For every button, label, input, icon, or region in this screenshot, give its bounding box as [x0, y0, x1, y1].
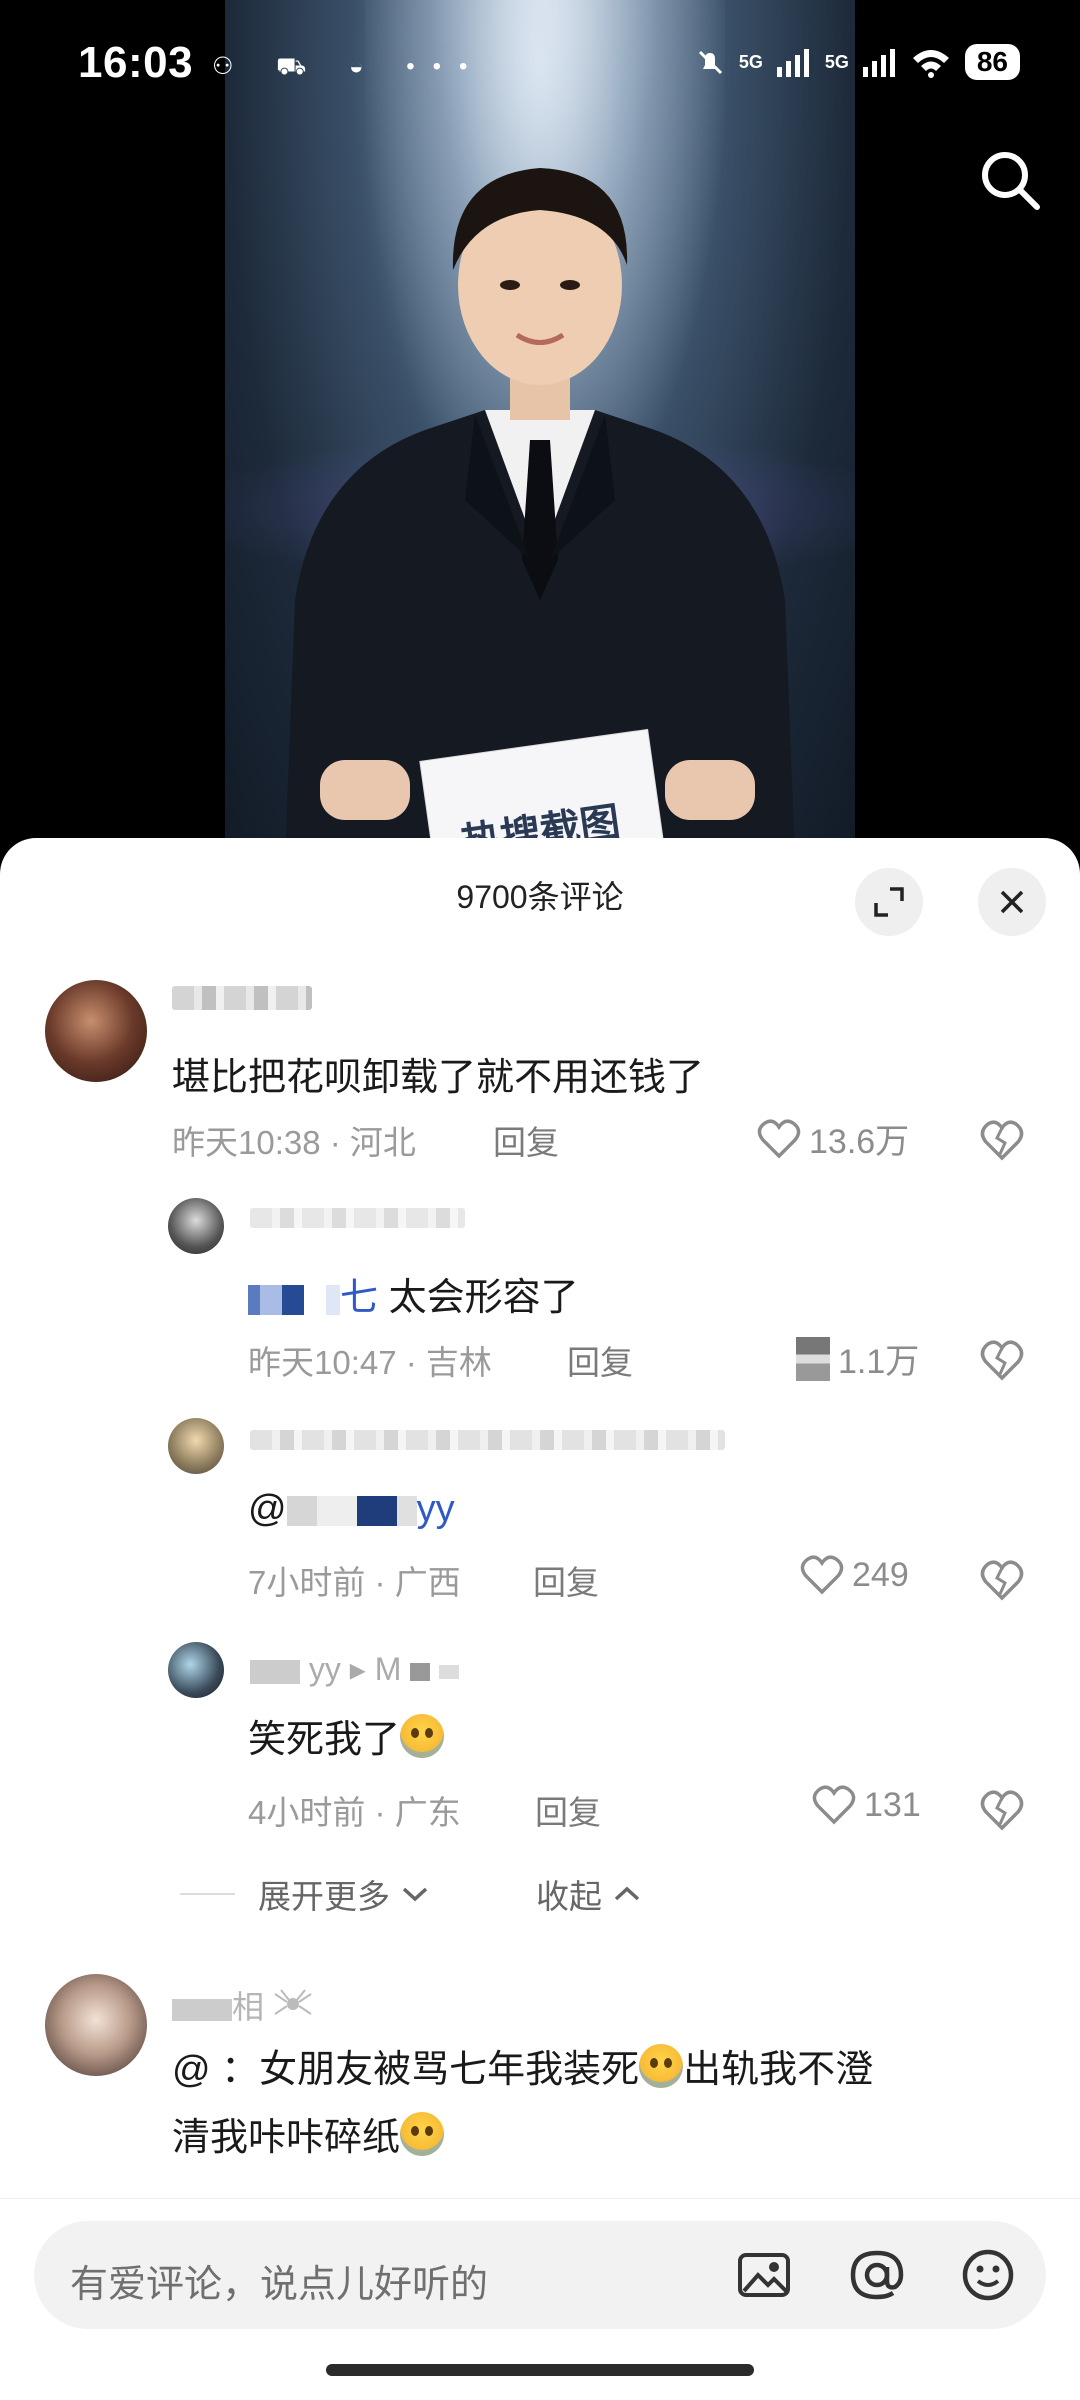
like-button[interactable]: 1.1万: [796, 1334, 919, 1383]
crying-emoji: [400, 2112, 445, 2156]
username-blurred[interactable]: [250, 1208, 465, 1228]
mention-fragment[interactable]: 七: [340, 1277, 378, 1319]
network-label-1: 5G: [738, 51, 763, 72]
comment-sheet: 9700条评论 堪比把花呗卸载了就不用还钱了 昨天10:38 · 河北 回复 1…: [0, 838, 1080, 2400]
crying-laughing-emoji: [400, 1714, 445, 1758]
avatar[interactable]: [45, 980, 147, 1082]
divider: [180, 1893, 235, 1895]
reply-meta: 7小时前 · 广西: [248, 1564, 461, 1601]
image-icon[interactable]: [736, 2247, 792, 2303]
chevron-down-icon: [402, 1887, 428, 1902]
username-blurred[interactable]: [250, 1430, 725, 1450]
broken-heart-icon[interactable]: [978, 1556, 1026, 1604]
wifi-icon: [912, 50, 949, 78]
comment-meta: 昨天10:38 · 河北: [172, 1124, 416, 1161]
mute-icon: [698, 50, 722, 75]
at-icon[interactable]: [849, 2247, 905, 2303]
username-blurred[interactable]: [172, 986, 312, 1010]
status-bar: 16:03 ⚇ ⛟ ◒ ••• 5G 5G 86: [0, 0, 1080, 140]
signal-icon-2: [862, 49, 895, 77]
reply-time: 昨天10:47: [248, 1344, 397, 1381]
emoji-icon[interactable]: [960, 2247, 1016, 2303]
username-partial: yy ▸ M: [308, 1651, 402, 1687]
collapse-button[interactable]: 收起: [536, 1870, 642, 1918]
input-placeholder: 有爱评论，说点儿好听的: [70, 2264, 489, 2306]
collapse-label: 收起: [536, 1878, 602, 1915]
comment-location: 河北: [349, 1124, 416, 1161]
comment-line-2: 清我咔咔碎纸: [172, 2117, 401, 2159]
like-button[interactable]: 13.6万: [757, 1114, 909, 1163]
like-count: 131: [864, 1785, 921, 1824]
reply-meta: 4小时前 · 广东: [248, 1794, 461, 1831]
avatar[interactable]: [168, 1642, 224, 1698]
spider-icon: [274, 1989, 312, 2015]
broken-heart-icon[interactable]: [978, 1336, 1026, 1384]
reply-text: 七 太会形容了: [248, 1266, 579, 1321]
heart-icon: [757, 1118, 801, 1158]
reply-location: 广东: [394, 1794, 461, 1831]
status-right: 5G 5G 86: [695, 40, 1020, 84]
reply-location: 吉林: [425, 1344, 492, 1381]
reply-location: 广西: [394, 1564, 461, 1601]
close-icon: [1000, 890, 1024, 914]
crying-emoji: [639, 2044, 684, 2088]
heart-icon: [800, 1555, 844, 1595]
comment-text-line-2: 清我咔咔碎纸: [172, 2106, 445, 2161]
network-label-2: 5G: [824, 51, 849, 72]
reply-content: 笑死我了: [248, 1719, 401, 1761]
expand-more-button[interactable]: 展开更多: [258, 1870, 430, 1918]
reply-text: 笑死我了: [248, 1708, 445, 1763]
broken-heart-icon[interactable]: [978, 1116, 1026, 1164]
reply-button[interactable]: 回复: [535, 1786, 601, 1834]
comment-time: 昨天10:38: [172, 1124, 321, 1161]
like-button[interactable]: 249: [800, 1554, 909, 1596]
comment-text: 堪比把花呗卸载了就不用还钱了: [172, 1057, 705, 1099]
like-count: 13.6万: [809, 1123, 910, 1161]
status-time: 16:03: [78, 38, 194, 87]
video-area[interactable]: 热搜截图 16:03 ⚇ ⛟ ◒ ••• 5G 5G 86: [0, 0, 1080, 860]
expand-button[interactable]: [855, 868, 923, 936]
like-count: 1.1万: [838, 1343, 920, 1381]
reply-text: @ yy: [248, 1488, 455, 1531]
close-button[interactable]: [978, 868, 1046, 936]
reply-chain-names[interactable]: yy ▸ M: [250, 1650, 460, 1688]
heart-icon: [812, 1785, 856, 1825]
reply-meta: 昨天10:47 · 吉林: [248, 1344, 492, 1381]
search-icon[interactable]: [975, 145, 1045, 215]
avatar[interactable]: [45, 1974, 147, 2076]
reply-content: 太会形容了: [388, 1277, 579, 1319]
expand-icon: [874, 887, 904, 917]
comment-text-line-1: @ ：女朋友被骂七年我装死 出轨我不澄: [172, 2038, 873, 2093]
mention-fragment[interactable]: yy: [417, 1488, 455, 1530]
comment-line-1-tail: 出轨我不澄: [683, 2049, 874, 2091]
like-count: 249: [852, 1555, 909, 1594]
username-partial[interactable]: 相: [172, 1982, 313, 2028]
mention-at[interactable]: @: [248, 1488, 287, 1530]
signal-icon: [776, 49, 809, 77]
broken-heart-icon[interactable]: [978, 1786, 1026, 1834]
comment-line-1: @ ：女朋友被骂七年我装死: [172, 2049, 640, 2091]
reply-time: 7小时前: [248, 1564, 366, 1601]
chevron-up-icon: [614, 1886, 640, 1901]
avatar[interactable]: [168, 1198, 224, 1254]
avatar[interactable]: [168, 1418, 224, 1474]
username-fragment: 相: [232, 1989, 265, 2025]
reply-button[interactable]: 回复: [567, 1336, 633, 1384]
reply-button[interactable]: 回复: [493, 1116, 559, 1164]
notification-icons: ⚇ ⛟ ◒ •••: [212, 53, 486, 80]
reply-button[interactable]: 回复: [533, 1556, 599, 1604]
expand-more-label: 展开更多: [258, 1878, 390, 1915]
heart-icon: [796, 1336, 830, 1381]
home-indicator[interactable]: [326, 2364, 754, 2376]
reply-time: 4小时前: [248, 1794, 366, 1831]
like-button[interactable]: 131: [812, 1784, 921, 1826]
battery-indicator: 86: [964, 44, 1020, 80]
comment-input[interactable]: 有爱评论，说点儿好听的: [34, 2221, 1046, 2329]
